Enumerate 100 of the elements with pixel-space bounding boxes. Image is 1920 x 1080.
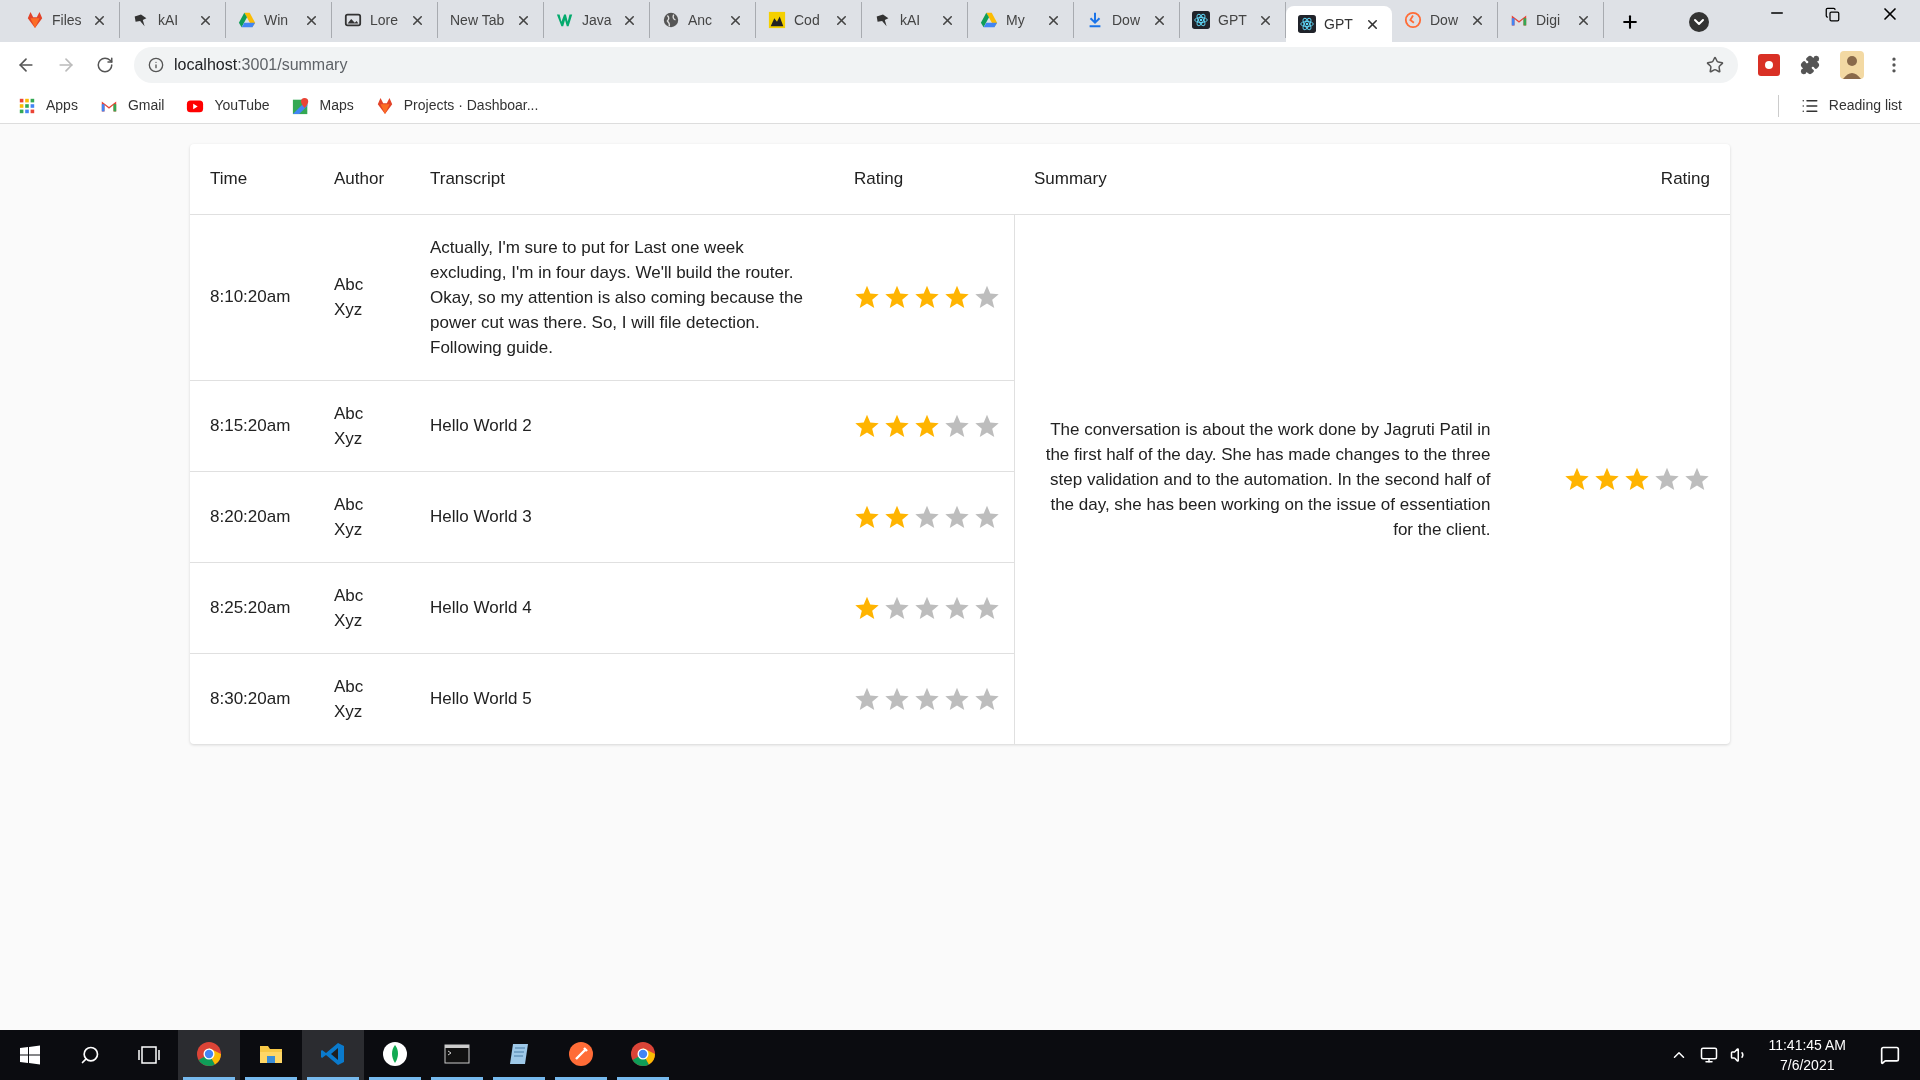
globe-icon bbox=[662, 11, 680, 29]
browser-tab[interactable]: Lore bbox=[332, 2, 438, 38]
browser-tab[interactable]: Digi bbox=[1498, 2, 1604, 38]
image-icon bbox=[344, 11, 362, 29]
tab-title: Lore bbox=[370, 10, 400, 30]
tab-title: kAI bbox=[158, 10, 180, 30]
bookmark-star-icon[interactable] bbox=[1706, 56, 1724, 74]
time-cell: 8:25:20am bbox=[210, 597, 291, 617]
square-icon bbox=[768, 11, 786, 29]
bookmark-link[interactable]: Apps bbox=[18, 95, 78, 116]
bookmark-link[interactable]: Gmail bbox=[99, 95, 165, 116]
tab-title: kAI bbox=[900, 10, 922, 30]
atom-icon bbox=[1298, 15, 1316, 33]
author-cell-text: Abc Xyz bbox=[334, 402, 365, 450]
author-cell-text: Abc Xyz bbox=[334, 675, 365, 723]
clock-button[interactable]: 11:41:45 AM 7/6/2021 bbox=[1768, 1035, 1846, 1075]
browser-tab[interactable]: Cod bbox=[756, 2, 862, 38]
star-icon[interactable] bbox=[944, 284, 970, 310]
author-cell-text: Abc Xyz bbox=[334, 584, 365, 632]
star-icon[interactable] bbox=[854, 284, 880, 310]
fox-icon bbox=[26, 11, 44, 29]
column-header: Author bbox=[334, 169, 385, 188]
tab-search-icon[interactable] bbox=[1689, 12, 1709, 32]
browser-tab[interactable]: GPT bbox=[1286, 6, 1392, 42]
restore-icon[interactable] bbox=[1825, 7, 1840, 22]
bookmark-link[interactable]: Maps bbox=[291, 95, 354, 116]
browser-tab[interactable]: New Tab bbox=[438, 2, 544, 38]
star-icon[interactable] bbox=[914, 284, 940, 310]
browser-tab[interactable]: Win bbox=[226, 2, 332, 38]
tab-title: Digi bbox=[1536, 10, 1562, 30]
apps-grid-icon bbox=[18, 96, 36, 115]
fox-icon bbox=[375, 96, 394, 115]
star-icon[interactable] bbox=[1564, 466, 1590, 493]
notifications-icon[interactable] bbox=[1880, 1045, 1900, 1065]
star-icon[interactable] bbox=[974, 284, 1000, 310]
summary-text: The conversation is about the work done by Jagruti Patil in the first half of the day. She has made changes to the three step validation and to the automation. In the second half of the day, she has been working on the issue of essentiation for the client. bbox=[1044, 418, 1491, 541]
tab-title: Java bbox=[582, 10, 613, 30]
new-tab-icon[interactable] bbox=[1620, 12, 1640, 32]
time-cell: 8:10:20am bbox=[210, 287, 291, 307]
browser-icon bbox=[196, 1040, 222, 1067]
column-header: Summary bbox=[1034, 169, 1107, 188]
browser-tab[interactable]: Java bbox=[544, 2, 650, 38]
extensions-icon[interactable] bbox=[1800, 55, 1820, 75]
leaf-icon bbox=[382, 1040, 408, 1067]
time-cell: 8:20:20am bbox=[210, 506, 291, 526]
browser-icon bbox=[630, 1040, 656, 1067]
bookmark-link[interactable]: YouTube bbox=[186, 95, 270, 116]
reload-icon[interactable] bbox=[96, 56, 114, 74]
tab-title: New Tab bbox=[450, 10, 506, 30]
taskbar-app-button[interactable] bbox=[178, 1030, 240, 1080]
browser-tab[interactable]: My bbox=[968, 2, 1074, 38]
triangle-icon bbox=[238, 11, 256, 29]
transcript-cell-text: Actually, I'm sure to put for Last one week excluding, I'm in four days. We'll build the router. Okay, so my attention is also coming because the power cut was there. So, I will file detection. Following guide. bbox=[430, 236, 804, 359]
transcript-cell-text: Hello World 2 bbox=[430, 415, 533, 437]
browser-tab[interactable]: kAI bbox=[120, 2, 226, 38]
bookmark-link[interactable]: Projects · Dashboar... bbox=[375, 95, 539, 116]
tab-title: Cod bbox=[794, 10, 821, 30]
clock-icon bbox=[1404, 11, 1422, 29]
tab-title: Dow bbox=[1430, 10, 1459, 30]
atom-icon bbox=[1192, 11, 1210, 29]
tab-title: Win bbox=[264, 10, 290, 30]
column-header: Time bbox=[210, 169, 248, 188]
author-cell-text: Abc Xyz bbox=[334, 493, 365, 541]
tab-title: Files bbox=[52, 10, 83, 30]
star-icon[interactable] bbox=[1684, 466, 1710, 493]
code-editor-icon bbox=[320, 1040, 346, 1067]
transcript-cell-text: Hello World 5 bbox=[430, 688, 533, 711]
time-cell: 8:30:20am bbox=[210, 689, 291, 708]
windows-start-icon[interactable] bbox=[20, 1045, 40, 1065]
browser-tab[interactable]: Files bbox=[14, 2, 120, 38]
browser-tab[interactable]: GPT bbox=[1180, 2, 1286, 38]
column-header: Rating bbox=[1660, 169, 1710, 188]
browser-tab[interactable]: Anc bbox=[650, 2, 756, 38]
transcript-cell-text: Hello World 4 bbox=[430, 597, 533, 619]
transcript-cell-text: Hello World 3 bbox=[430, 506, 533, 528]
extension-icon[interactable] bbox=[1758, 54, 1780, 76]
browser-tab[interactable]: Dow bbox=[1074, 2, 1180, 38]
star-icon[interactable] bbox=[884, 284, 910, 310]
tab-title: GPT bbox=[1324, 14, 1354, 34]
star-icon[interactable] bbox=[1624, 466, 1650, 493]
info-icon bbox=[148, 57, 164, 73]
tab-title: GPT bbox=[1218, 10, 1248, 30]
avatar-icon[interactable] bbox=[1840, 51, 1864, 79]
triangle-icon bbox=[980, 11, 998, 29]
tab-title: My bbox=[1006, 10, 1026, 30]
browser-tab[interactable]: Dow bbox=[1392, 2, 1498, 38]
address-field[interactable]: localhost:3001/summary bbox=[134, 47, 1738, 83]
tab-title: Anc bbox=[688, 10, 714, 30]
reading-list-button[interactable]: Reading list bbox=[1800, 95, 1902, 116]
search-icon[interactable] bbox=[80, 1045, 100, 1065]
column-header: Rating bbox=[854, 169, 904, 188]
network-icon[interactable] bbox=[1700, 1046, 1719, 1064]
star-icon[interactable] bbox=[1594, 466, 1620, 493]
task-view-icon[interactable] bbox=[138, 1045, 160, 1065]
taskbar-app-button[interactable] bbox=[302, 1030, 364, 1080]
star-icon[interactable] bbox=[1654, 466, 1680, 493]
browser-tab[interactable]: kAI bbox=[862, 2, 968, 38]
column-header: Transcript bbox=[430, 169, 505, 188]
time-cell: 8:15:20am bbox=[210, 415, 291, 435]
tab-title: Dow bbox=[1112, 10, 1141, 30]
